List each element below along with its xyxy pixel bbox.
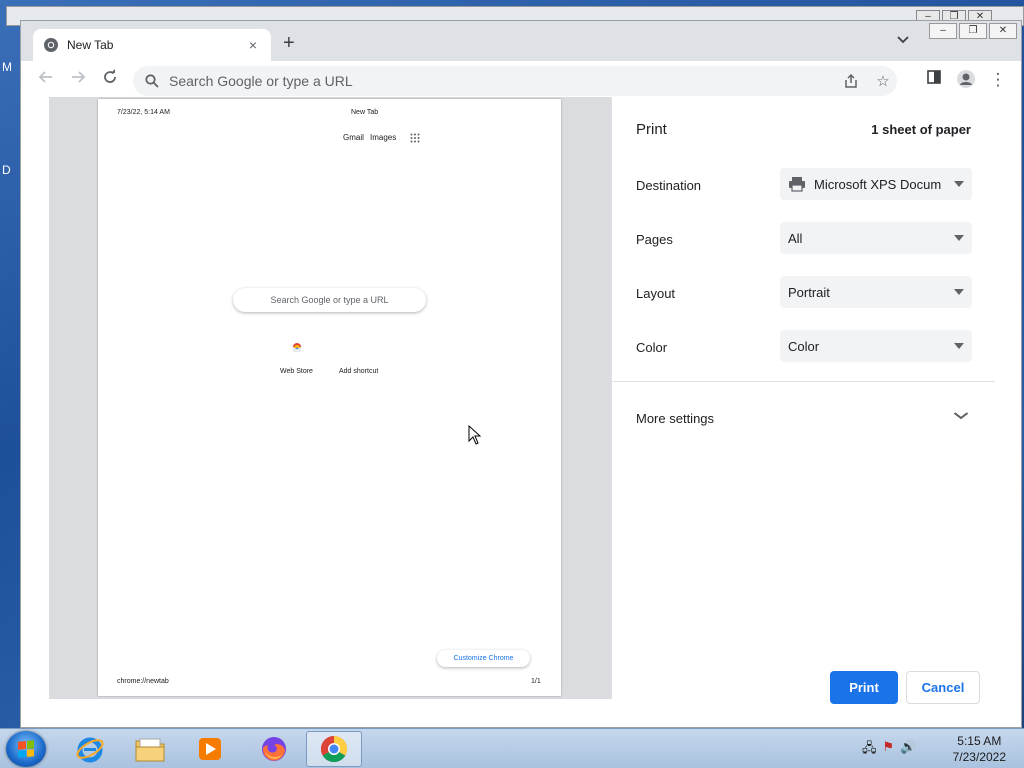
- preview-header-date: 7/23/22, 5:14 AM: [117, 109, 170, 116]
- layout-select[interactable]: Portrait: [780, 276, 972, 308]
- taskbar-windows-explorer[interactable]: [122, 731, 178, 767]
- bookmark-star-icon[interactable]: ☆: [872, 66, 894, 96]
- tab-strip: New Tab × + – ❐ ✕: [21, 21, 1021, 61]
- media-player-icon: [199, 738, 221, 760]
- clock-time: 5:15 AM: [957, 734, 1002, 748]
- layout-value: Portrait: [788, 284, 830, 300]
- window-controls: – ❐ ✕: [929, 23, 1017, 39]
- internet-explorer-icon: [76, 737, 104, 763]
- desktop-label: D: [2, 163, 11, 177]
- print-settings-panel: Print 1 sheet of paper Destination Micro…: [611, 97, 995, 704]
- tab-close-icon[interactable]: ×: [245, 37, 261, 53]
- back-icon[interactable]: [35, 69, 57, 91]
- color-label: Color: [636, 340, 668, 355]
- desktop-label: M: [2, 60, 12, 74]
- reload-icon[interactable]: [99, 69, 121, 91]
- forward-icon[interactable]: [67, 69, 89, 91]
- color-select[interactable]: Color: [780, 330, 972, 362]
- clock-date: 7/23/2022: [952, 750, 1006, 764]
- maximize-icon[interactable]: ❐: [959, 23, 987, 39]
- chrome-icon: [320, 735, 348, 763]
- folder-icon: [135, 738, 165, 762]
- preview-page: 7/23/22, 5:14 AM New Tab Gmail Images Se…: [98, 99, 561, 696]
- start-button[interactable]: [6, 731, 46, 767]
- pages-select[interactable]: All: [780, 222, 972, 254]
- profile-avatar-icon[interactable]: [955, 69, 977, 91]
- apps-grid-icon: [410, 133, 420, 143]
- menu-kebab-icon[interactable]: ⋮: [987, 69, 1009, 91]
- destination-select[interactable]: Microsoft XPS Docum: [780, 168, 972, 200]
- chevron-down-icon: [954, 235, 964, 241]
- share-icon[interactable]: [840, 66, 862, 96]
- windows-logo-icon: [18, 740, 34, 758]
- chevron-down-icon: [954, 289, 964, 295]
- chevron-down-icon: [954, 181, 964, 187]
- tab-search-icon[interactable]: [897, 35, 909, 47]
- tab-title: New Tab: [67, 38, 114, 52]
- taskbar-internet-explorer[interactable]: [62, 731, 118, 767]
- firefox-icon: [262, 737, 286, 761]
- color-value: Color: [788, 338, 820, 354]
- pages-label: Pages: [636, 232, 673, 247]
- printer-icon: [789, 177, 805, 192]
- layout-label: Layout: [636, 286, 676, 301]
- omnibox-placeholder: Search Google or type a URL: [169, 73, 353, 89]
- destination-value: Microsoft XPS Docum: [814, 176, 942, 192]
- destination-label: Destination: [636, 178, 702, 193]
- network-icon[interactable]: 🖧: [862, 739, 877, 761]
- preview-header-title: New Tab: [351, 109, 379, 116]
- preview-web-store: Web Store: [280, 368, 313, 375]
- mouse-cursor-icon: [468, 425, 482, 445]
- minimize-icon[interactable]: –: [929, 23, 957, 39]
- cancel-button[interactable]: Cancel: [906, 671, 980, 704]
- chrome-window: New Tab × + – ❐ ✕ Search Google or type …: [20, 20, 1022, 728]
- action-center-flag-icon[interactable]: ⚑: [883, 739, 895, 761]
- omnibox[interactable]: Search Google or type a URL ☆: [133, 66, 897, 96]
- web-store-icon: [292, 343, 302, 352]
- preview-search-box: Search Google or type a URL: [233, 288, 426, 312]
- system-tray: 🖧 ⚑ 🔊: [862, 739, 916, 761]
- search-icon: [145, 74, 159, 88]
- chevron-down-icon[interactable]: [953, 407, 969, 425]
- new-tab-button[interactable]: +: [283, 33, 295, 53]
- print-title: Print: [636, 121, 667, 138]
- taskbar-firefox[interactable]: [246, 731, 302, 767]
- preview-customize-chrome: Customize Chrome: [437, 650, 530, 667]
- preview-gmail-link: Gmail: [343, 133, 364, 142]
- print-preview-area: 7/23/22, 5:14 AM New Tab Gmail Images Se…: [49, 97, 611, 699]
- system-clock[interactable]: 5:15 AM 7/23/2022: [953, 733, 1006, 765]
- divider: [612, 381, 995, 382]
- sheet-count: 1 sheet of paper: [871, 122, 971, 137]
- print-button[interactable]: Print: [830, 671, 898, 704]
- taskbar-media-player[interactable]: [182, 731, 238, 767]
- toolbar: Search Google or type a URL ☆ ⋮: [21, 61, 1021, 97]
- preview-footer-url: chrome://newtab: [117, 678, 169, 685]
- taskbar-chrome[interactable]: [306, 731, 362, 767]
- close-icon[interactable]: ✕: [989, 23, 1017, 39]
- side-panel-icon[interactable]: [923, 69, 945, 91]
- tab-new-tab[interactable]: New Tab ×: [33, 29, 271, 61]
- pages-value: All: [788, 230, 803, 246]
- preview-footer-page: 1/1: [531, 678, 541, 685]
- preview-images-link: Images: [370, 133, 397, 142]
- chrome-icon: [44, 38, 58, 52]
- more-settings-toggle[interactable]: More settings: [636, 411, 714, 426]
- volume-icon[interactable]: 🔊: [900, 739, 916, 761]
- chevron-down-icon: [954, 343, 964, 349]
- preview-add-shortcut: Add shortcut: [339, 368, 379, 375]
- taskbar: 🖧 ⚑ 🔊 5:15 AM 7/23/2022: [0, 728, 1024, 768]
